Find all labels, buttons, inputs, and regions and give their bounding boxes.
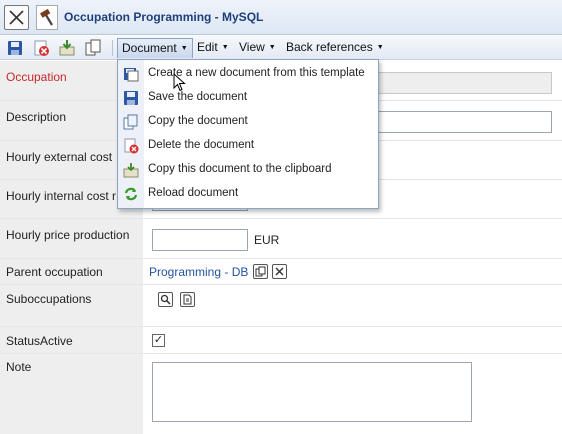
mouse-cursor-icon [173, 72, 186, 95]
menu-edit-label: Edit [197, 40, 218, 54]
chevron-down-icon: ▼ [268, 44, 276, 51]
menu-item-copy-document[interactable]: Copy the document [118, 110, 378, 134]
reload-icon [123, 186, 139, 202]
save-icon [123, 90, 139, 106]
menu-item-label: Copy the document [148, 115, 248, 127]
suboccupations-label: Suboccupations [0, 285, 143, 326]
window-title: Occupation Programming - MySQL [64, 10, 264, 24]
title-bar: Occupation Programming - MySQL [0, 0, 562, 35]
menu-document-label: Document [122, 41, 177, 55]
hourly-price-production-field[interactable] [152, 229, 248, 251]
copy-link-icon[interactable] [253, 264, 268, 279]
chevron-down-icon: ▼ [376, 44, 384, 51]
menu-back-references[interactable]: Back references ▼ [282, 38, 388, 58]
copy-to-clipboard-icon[interactable] [58, 39, 77, 57]
close-icon[interactable] [4, 5, 29, 30]
menu-item-copy-to-clipboard[interactable]: Copy this document to the clipboard [118, 158, 378, 182]
menu-item-save-document[interactable]: Save the document [118, 86, 378, 110]
menu-item-label: Copy this document to the clipboard [148, 163, 332, 175]
copy-document-icon[interactable] [84, 39, 103, 57]
currency-unit: EUR [254, 233, 280, 247]
menu-edit[interactable]: Edit ▼ [193, 38, 233, 58]
search-icon[interactable] [158, 292, 173, 307]
template-icon [123, 66, 139, 82]
menu-item-label: Save the document [148, 91, 248, 103]
save-icon[interactable] [6, 39, 25, 57]
parent-occupation-label: Parent occupation [0, 259, 143, 284]
chevron-down-icon: ▼ [221, 44, 229, 51]
menu-view-label: View [239, 40, 265, 54]
hourly-price-production-label: Hourly price production [0, 219, 143, 258]
row-suboccupations: Suboccupations [0, 285, 562, 327]
note-label: Note [0, 354, 143, 434]
menu-document[interactable]: Document ▼ [117, 38, 193, 58]
note-field[interactable] [152, 362, 472, 422]
row-note: Note [0, 354, 562, 434]
status-active-label: StatusActive [0, 327, 143, 353]
toolbar: Document ▼ Edit ▼ View ▼ Back references ▼ [0, 36, 562, 60]
delete-icon [123, 138, 139, 154]
row-parent-occupation: Parent occupation Programming - DB [0, 259, 562, 285]
document-dropdown-menu: Create a new document from this template… [117, 59, 379, 209]
row-hourly-price-production: Hourly price production EUR [0, 219, 562, 259]
hammer-icon [36, 5, 58, 30]
menu-item-create-from-template[interactable]: Create a new document from this template [118, 62, 378, 86]
toolbar-separator [112, 40, 113, 56]
menu-item-label: Delete the document [148, 139, 255, 151]
clear-link-icon[interactable] [272, 264, 287, 279]
menu-item-reload-document[interactable]: Reload document [118, 182, 378, 206]
clipboard-icon [123, 162, 139, 178]
copy-icon [123, 114, 139, 130]
row-status-active: StatusActive ✓ [0, 327, 562, 354]
menu-back-references-label: Back references [286, 40, 373, 54]
menu-item-delete-document[interactable]: Delete the document [118, 134, 378, 158]
status-active-checkbox[interactable]: ✓ [152, 334, 165, 347]
menu-item-label: Reload document [148, 187, 239, 199]
parent-occupation-link[interactable]: Programming - DB [149, 265, 248, 279]
delete-icon[interactable] [32, 39, 51, 57]
new-document-icon[interactable] [180, 292, 195, 307]
menu-view[interactable]: View ▼ [235, 38, 280, 58]
chevron-down-icon: ▼ [180, 45, 188, 52]
